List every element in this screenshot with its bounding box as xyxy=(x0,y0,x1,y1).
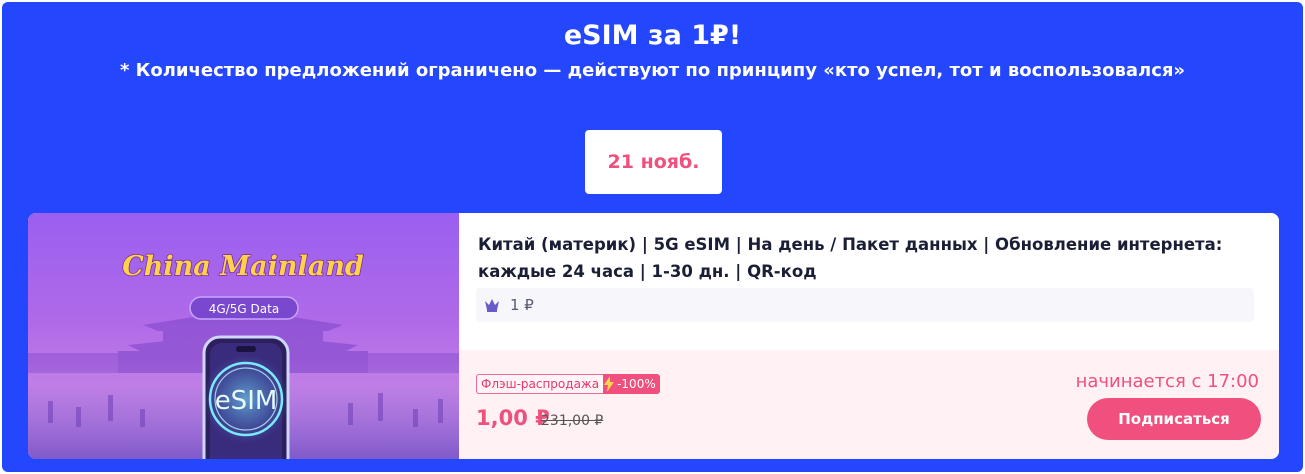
sale-start-time: начинается с 17:00 xyxy=(1075,371,1259,392)
product-title[interactable]: Китай (материк) | 5G eSIM | На день / Па… xyxy=(478,231,1268,285)
lightning-icon xyxy=(603,374,616,394)
member-price: 1 ₽ xyxy=(510,296,534,314)
promo-title: eSIM за 1₽! xyxy=(563,20,742,51)
product-image[interactable]: eSIM China Mainland 4G/5G Data xyxy=(28,213,459,459)
discount-badge: -100% xyxy=(615,374,660,394)
image-badge-text: 4G/5G Data xyxy=(209,302,279,316)
phone-illustration: eSIM xyxy=(202,335,290,459)
flash-sale-panel: Флэш-распродажа -100% 1,00 ₽ 231,00 ₽ на… xyxy=(459,350,1279,459)
product-illustration: eSIM China Mainland 4G/5G Data xyxy=(28,250,459,459)
member-price-chip: 1 ₽ xyxy=(476,288,1254,322)
esim-label: eSIM xyxy=(215,386,278,416)
sale-price: 1,00 ₽ xyxy=(476,406,550,430)
subscribe-button[interactable]: Подписаться xyxy=(1087,398,1261,440)
product-info: Китай (материк) | 5G eSIM | На день / Па… xyxy=(459,213,1279,350)
image-caption-title: China Mainland xyxy=(122,251,364,282)
promo-subtitle: * Количество предложений ограничено — де… xyxy=(119,60,1186,81)
original-price: 231,00 ₽ xyxy=(541,413,604,429)
flash-sale-label: Флэш-распродажа xyxy=(476,374,604,394)
promo-banner: eSIM за 1₽! * Количество предложений огр… xyxy=(2,2,1303,472)
date-tab[interactable]: 21 нояб. xyxy=(585,130,722,194)
crown-icon xyxy=(485,299,499,312)
flash-sale-badge: Флэш-распродажа -100% xyxy=(476,374,660,394)
product-card[interactable]: eSIM China Mainland 4G/5G Data Китай (ма… xyxy=(28,213,1279,459)
